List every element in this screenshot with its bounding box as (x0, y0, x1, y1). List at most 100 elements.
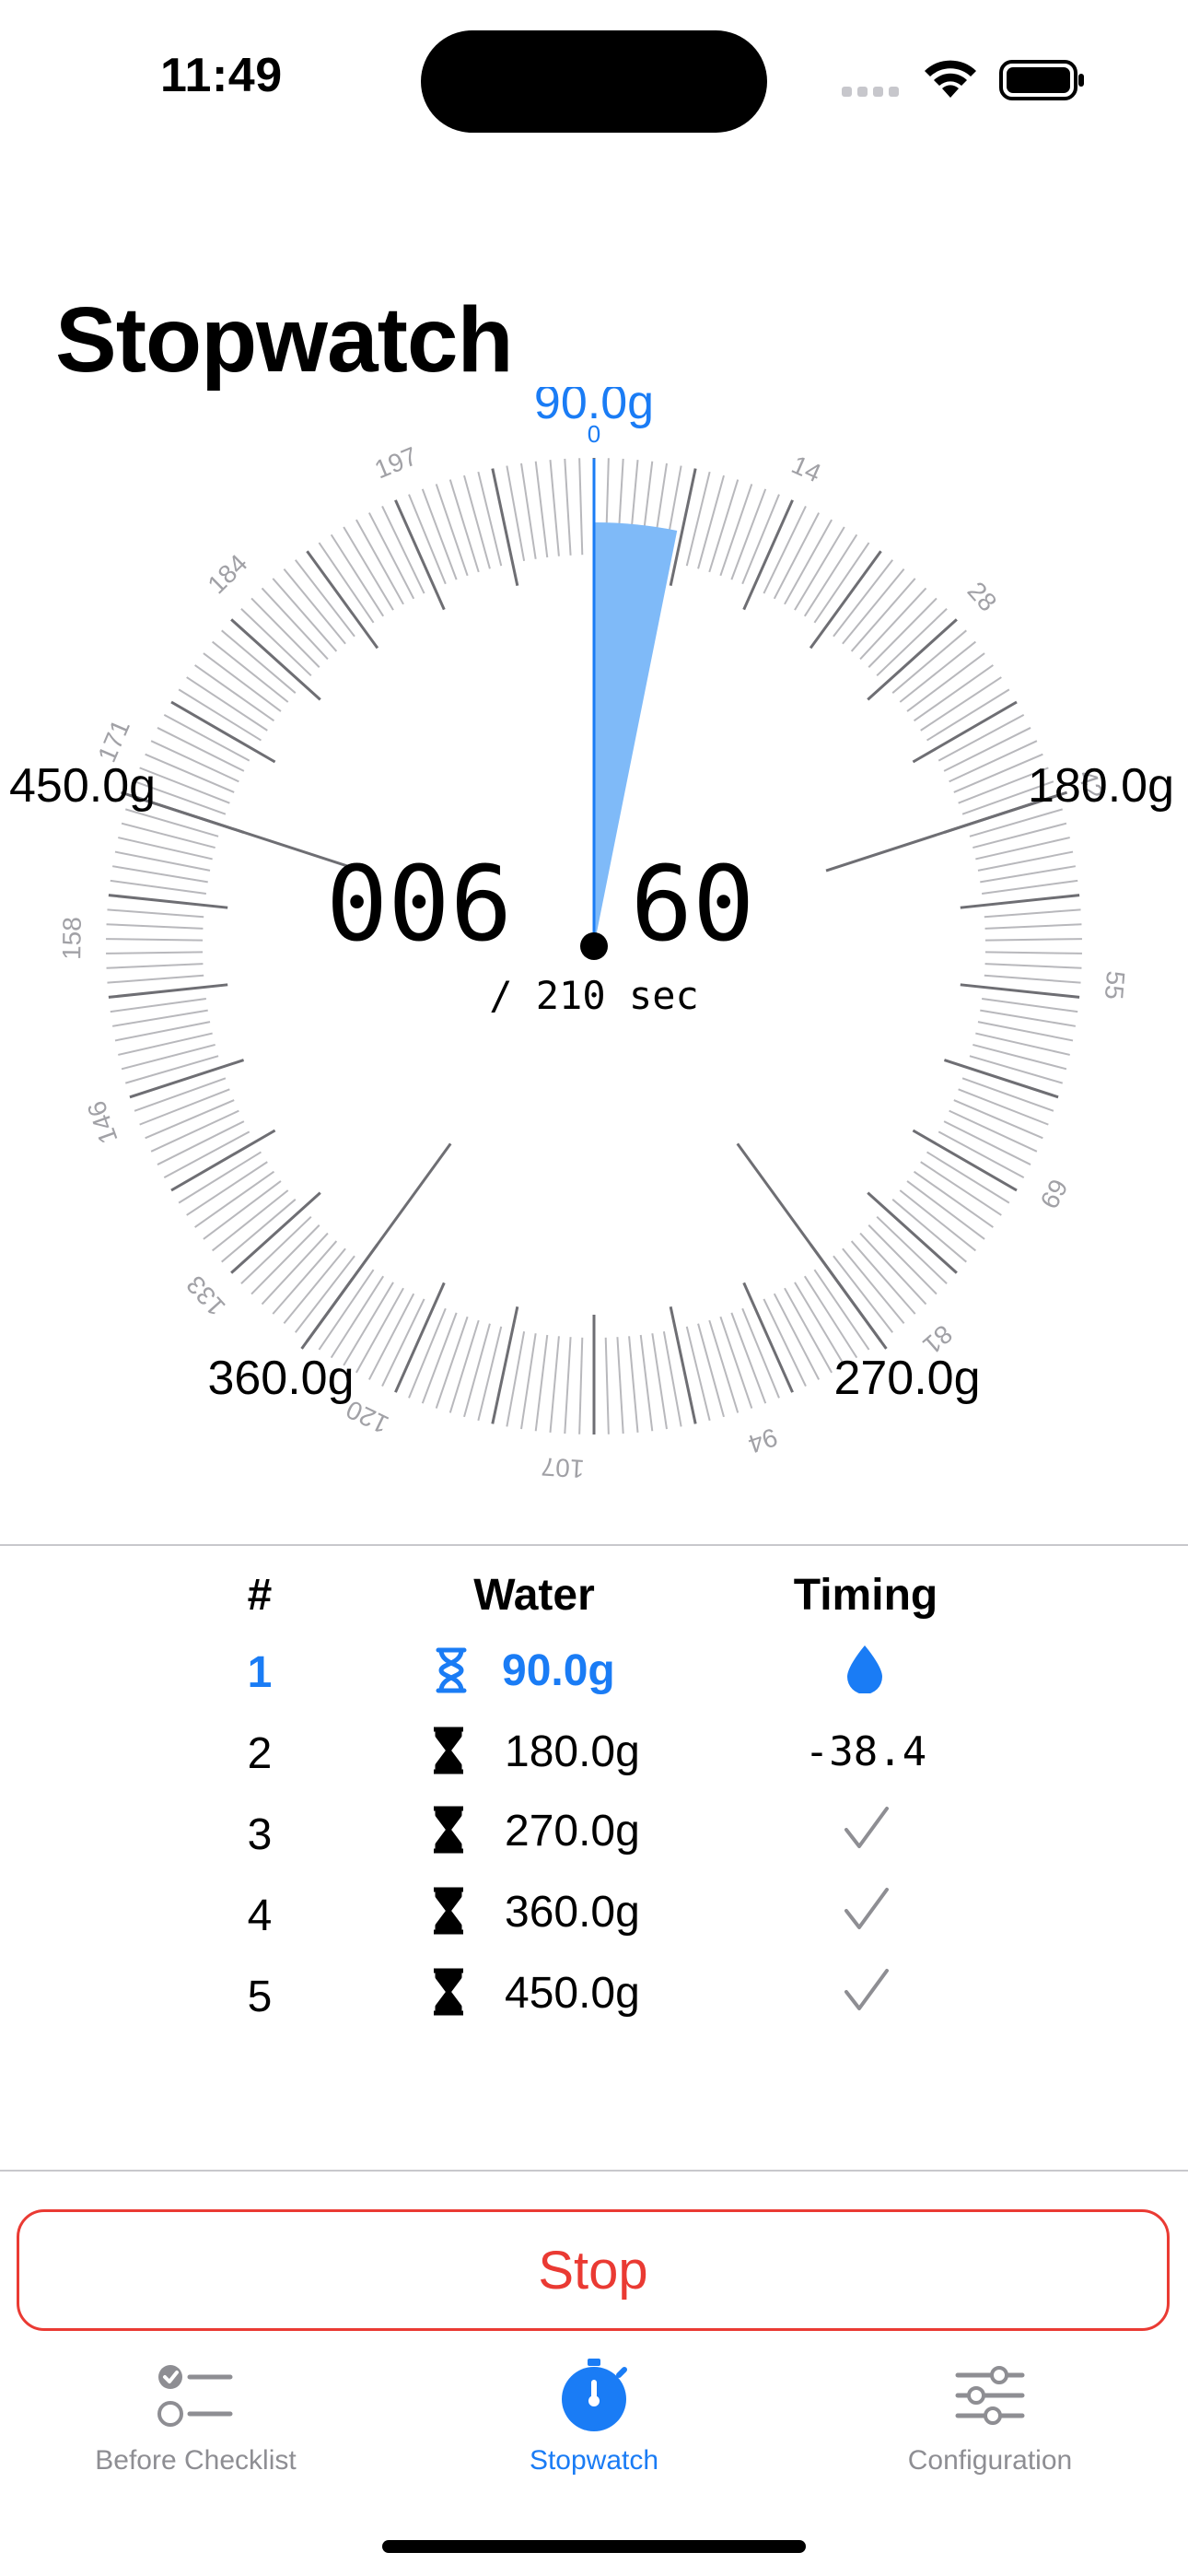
dial-tick (697, 1323, 725, 1418)
dial-tick (813, 542, 870, 624)
dial-tick (984, 974, 1081, 984)
dial-tick (616, 1337, 624, 1434)
dial-tick (651, 1333, 668, 1430)
tab-label: Configuration (907, 2445, 1073, 2476)
stopwatch-icon (562, 2359, 627, 2431)
dynamic-island (421, 30, 767, 133)
dial-tick (272, 1240, 338, 1315)
column-header-number: # (247, 1571, 273, 1620)
dial-tick (186, 1161, 268, 1216)
dial-tick (250, 1224, 320, 1295)
dial-tick (520, 463, 537, 559)
dial-tick (261, 587, 329, 661)
scale-number: 107 (541, 1452, 585, 1483)
dial-tick (421, 488, 458, 580)
dial-tick (212, 640, 289, 703)
dial-tick (669, 468, 697, 587)
dial-tick (106, 923, 204, 930)
dial-tick (669, 1306, 697, 1424)
dial-tick (448, 479, 480, 573)
dial-tick (203, 652, 282, 712)
dial-tick (960, 894, 1080, 909)
dial-tick (463, 1323, 491, 1418)
checkmark-icon (844, 1807, 889, 1848)
dial-tick (491, 1306, 519, 1424)
hourglass-icon (434, 1968, 463, 2016)
table-divider (0, 2170, 1188, 2172)
dial-tick (685, 471, 711, 567)
dial-tick (730, 1312, 767, 1404)
dial-tick (578, 458, 584, 556)
dial-tick (194, 1170, 275, 1228)
tab-label: Before Checklist (95, 2445, 297, 2476)
water-drop-icon (847, 1645, 882, 1693)
milestone-label-360: 360.0g (207, 1352, 354, 1405)
dial-tick (564, 1337, 572, 1434)
scale-number: 146 (82, 1097, 123, 1147)
checkmark-icon (844, 1888, 889, 1929)
dial-tick (294, 559, 355, 638)
dial-tick (961, 1077, 1054, 1112)
dial-tick (969, 808, 1064, 837)
dial-tick (549, 1336, 560, 1433)
dial-tick (969, 1055, 1064, 1084)
dial-tick (564, 458, 572, 556)
stop-button[interactable]: Stop (17, 2209, 1170, 2331)
scale-number: 158 (57, 917, 87, 960)
dial-tick (318, 1269, 375, 1351)
dial-tick (221, 629, 297, 694)
tab-configuration[interactable]: Configuration (861, 2359, 1119, 2476)
dial-tick (719, 484, 753, 577)
dial-tick (477, 471, 503, 567)
dial-tick (124, 808, 219, 837)
dial-tick (448, 1319, 480, 1413)
dial-tick (833, 559, 894, 638)
dial-tick (899, 640, 976, 703)
dial-tick (850, 1240, 916, 1315)
dial-tick (108, 983, 228, 999)
status-time: 11:49 (160, 49, 283, 102)
dial-tick (106, 963, 204, 969)
dial-tick (984, 963, 1082, 969)
scale-number: 69 (1034, 1175, 1073, 1213)
elapsed-seconds: 006 (326, 845, 512, 965)
tab-stopwatch[interactable]: Stopwatch (451, 2359, 737, 2476)
dial-tick (108, 894, 228, 909)
dial-tick (742, 1282, 794, 1393)
dial-tick (868, 597, 938, 668)
dial-tick (867, 1191, 958, 1274)
dial-tick (394, 499, 446, 611)
dial-tick (842, 568, 905, 645)
dial-tick (230, 618, 321, 701)
row-water: 90.0g (502, 1646, 615, 1695)
tab-before-checklist[interactable]: Before Checklist (55, 2359, 336, 2476)
dial-tick (520, 1333, 537, 1430)
milestone-label-180: 180.0g (1028, 759, 1174, 813)
dial-tick (435, 1316, 469, 1409)
stop-button-label: Stop (538, 2240, 648, 2301)
dial-tick (708, 1319, 740, 1413)
dial-tick (578, 1337, 584, 1434)
dial-tick (867, 618, 958, 701)
dial-tick (421, 1312, 458, 1404)
dial-tick (549, 460, 560, 556)
dial-tick (121, 822, 215, 849)
dial-tick (730, 488, 767, 580)
checklist-icon (157, 2365, 232, 2427)
dial-tick (212, 1189, 289, 1252)
dial-tick (842, 1247, 905, 1325)
dial-tick (859, 587, 927, 661)
dial-tick (106, 951, 204, 954)
row-number: 1 (247, 1648, 273, 1697)
dial-tick (107, 974, 204, 984)
dial-tick (891, 1199, 967, 1263)
dial-tick (697, 474, 725, 569)
dial-tick (920, 676, 1002, 732)
dial-tick (803, 1275, 858, 1359)
dial-tick (920, 1161, 1002, 1216)
dial-tick (973, 1043, 1067, 1071)
dial-tick (984, 908, 1081, 919)
row-water: 360.0g (505, 1888, 640, 1937)
dial-tick (913, 1170, 994, 1228)
page-title: Stopwatch (55, 288, 514, 392)
